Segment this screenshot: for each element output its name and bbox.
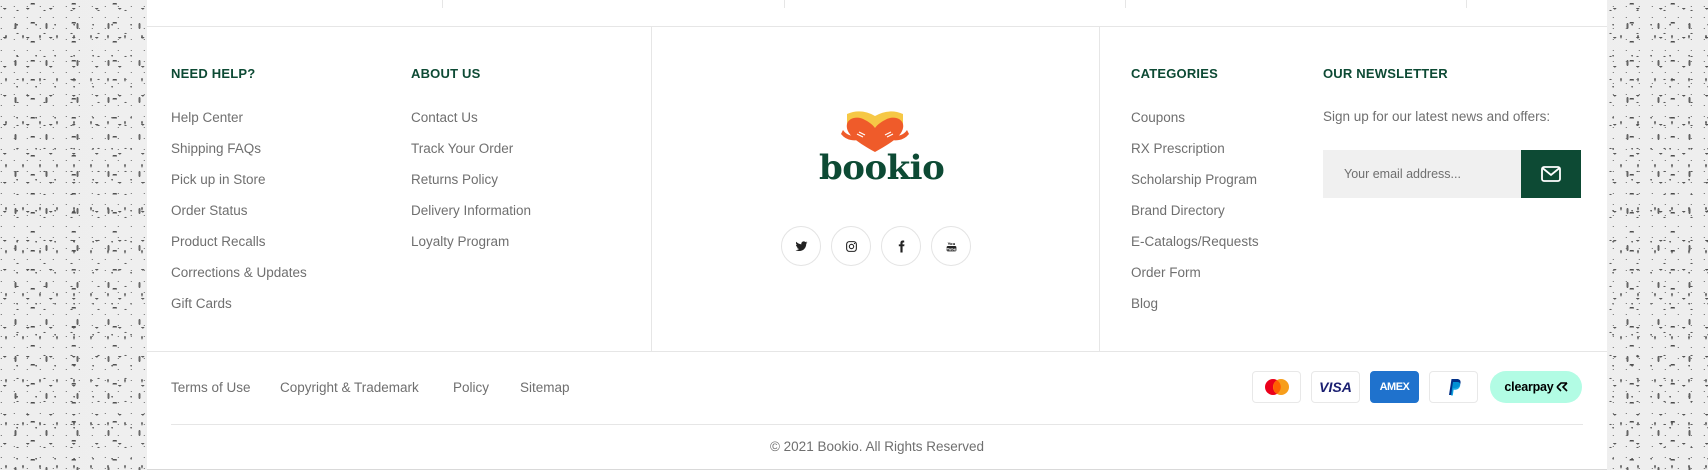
- logo-wordmark: bookio: [819, 148, 945, 188]
- top-divider: [1466, 0, 1467, 8]
- need-help-link[interactable]: Product Recalls: [171, 234, 307, 265]
- copyright-trademark-link[interactable]: Copyright & Trademark: [280, 380, 419, 395]
- facebook-button[interactable]: [881, 226, 921, 266]
- instagram-icon: [845, 240, 857, 252]
- newsletter-text: Sign up for our latest news and offers:: [1323, 109, 1551, 124]
- category-link[interactable]: RX Prescription: [1131, 141, 1259, 172]
- category-link[interactable]: Order Form: [1131, 265, 1259, 296]
- about-us-link[interactable]: Track Your Order: [411, 141, 531, 172]
- policy-link[interactable]: Policy: [453, 380, 489, 395]
- top-divider: [784, 0, 785, 8]
- about-us-links: Contact Us Track Your Order Returns Poli…: [411, 110, 531, 265]
- email-input[interactable]: [1323, 150, 1521, 198]
- category-link[interactable]: Coupons: [1131, 110, 1259, 141]
- need-help-link[interactable]: Pick up in Store: [171, 172, 307, 203]
- envelope-icon: [1541, 166, 1561, 182]
- need-help-link[interactable]: Corrections & Updates: [171, 265, 307, 296]
- youtube-button[interactable]: You Tube: [931, 226, 971, 266]
- twitter-button[interactable]: [781, 226, 821, 266]
- need-help-link[interactable]: Shipping FAQs: [171, 141, 307, 172]
- svg-text:You: You: [946, 240, 955, 245]
- category-link[interactable]: Scholarship Program: [1131, 172, 1259, 203]
- about-us-link[interactable]: Delivery Information: [411, 203, 531, 234]
- paypal-icon: [1429, 371, 1478, 403]
- footer-divider: [147, 351, 1607, 352]
- column-divider: [651, 27, 652, 352]
- need-help-links: Help Center Shipping FAQs Pick up in Sto…: [171, 110, 307, 327]
- amex-icon: AMEX: [1370, 371, 1419, 403]
- mastercard-icon: [1252, 371, 1301, 403]
- top-strip: [147, 0, 1607, 27]
- category-link[interactable]: Blog: [1131, 296, 1259, 327]
- about-us-link[interactable]: Loyalty Program: [411, 234, 531, 265]
- footer-panel: NEED HELP? Help Center Shipping FAQs Pic…: [147, 0, 1607, 470]
- category-link[interactable]: E-Catalogs/Requests: [1131, 234, 1259, 265]
- visa-icon: VISA: [1311, 371, 1360, 403]
- category-link[interactable]: Brand Directory: [1131, 203, 1259, 234]
- top-divider: [442, 0, 443, 8]
- top-divider: [1125, 0, 1126, 8]
- instagram-button[interactable]: [831, 226, 871, 266]
- facebook-icon: [898, 240, 904, 252]
- newsletter-submit-button[interactable]: [1521, 150, 1581, 198]
- twitter-icon: [795, 240, 807, 251]
- svg-text:Tube: Tube: [946, 247, 956, 251]
- categories-links: Coupons RX Prescription Scholarship Prog…: [1131, 110, 1259, 327]
- sitemap-link[interactable]: Sitemap: [520, 380, 570, 395]
- about-us-link[interactable]: Returns Policy: [411, 172, 531, 203]
- categories-heading: CATEGORIES: [1131, 66, 1218, 81]
- youtube-icon: You Tube: [946, 240, 956, 251]
- copyright-divider: [171, 424, 1583, 425]
- newsletter-heading: OUR NEWSLETTER: [1323, 66, 1448, 81]
- copyright-text: © 2021 Bookio. All Rights Reserved: [769, 439, 985, 454]
- clearpay-icon: clearpay: [1490, 371, 1582, 403]
- terms-of-use-link[interactable]: Terms of Use: [171, 380, 251, 395]
- about-us-link[interactable]: Contact Us: [411, 110, 531, 141]
- need-help-link[interactable]: Help Center: [171, 110, 307, 141]
- need-help-heading: NEED HELP?: [171, 66, 256, 81]
- about-us-heading: ABOUT US: [411, 66, 481, 81]
- need-help-link[interactable]: Gift Cards: [171, 296, 307, 327]
- need-help-link[interactable]: Order Status: [171, 203, 307, 234]
- column-divider: [1099, 27, 1100, 352]
